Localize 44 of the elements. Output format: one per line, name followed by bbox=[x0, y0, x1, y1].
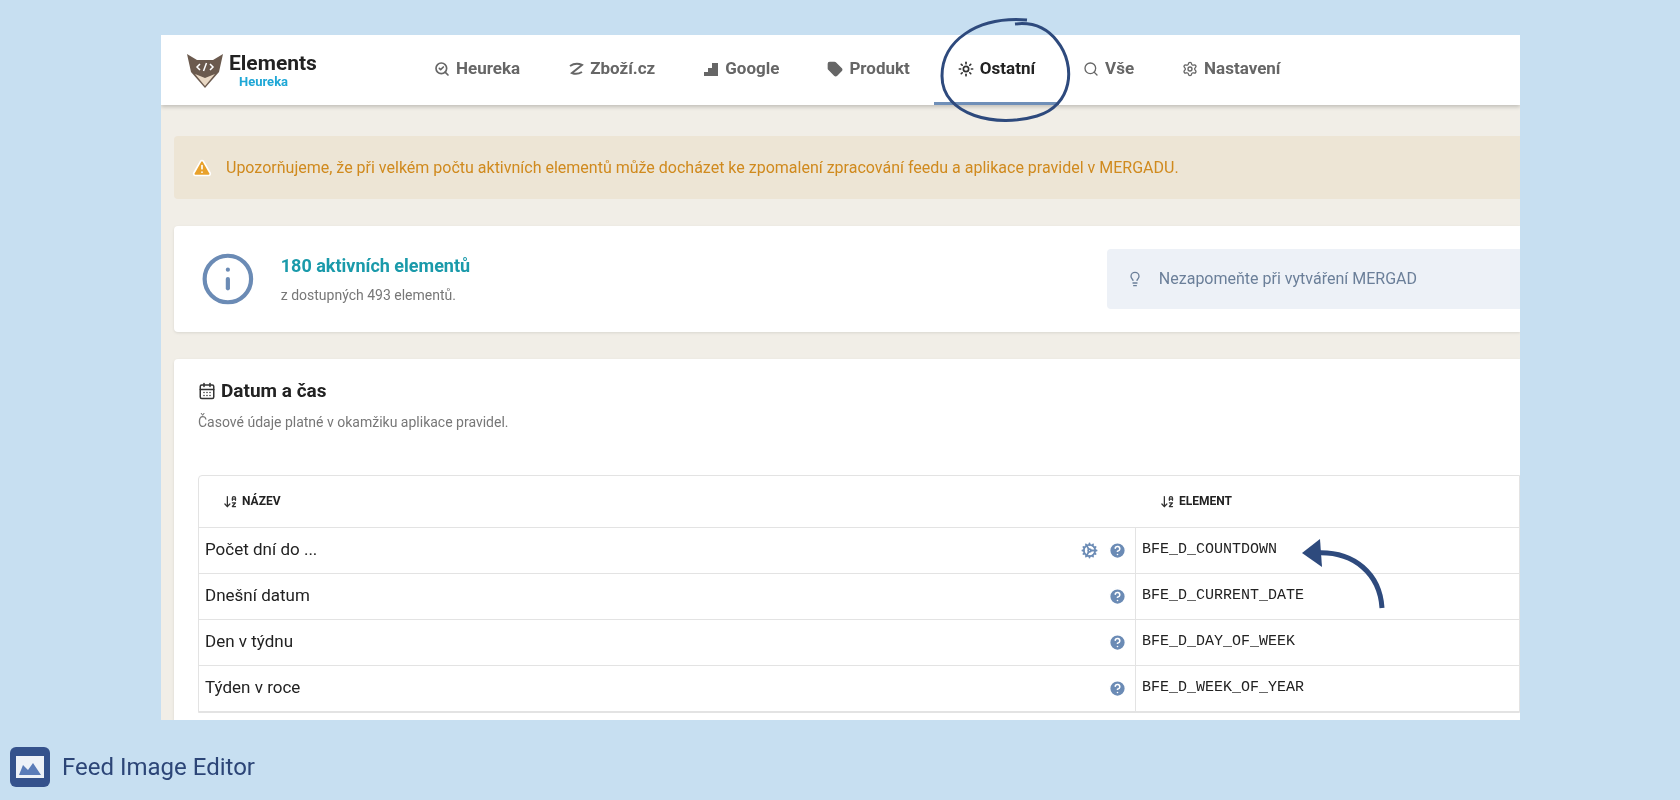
warning-icon bbox=[192, 157, 212, 178]
brand-label: Feed Image Editor bbox=[62, 752, 255, 783]
nav-tab[interactable]: Google bbox=[679, 35, 804, 105]
logo-subtitle: Heureka bbox=[239, 74, 290, 88]
nav-tab[interactable]: Produkt bbox=[803, 35, 934, 105]
z-icon bbox=[568, 60, 585, 77]
search-check-icon bbox=[434, 60, 450, 77]
help-icon[interactable] bbox=[1108, 540, 1127, 560]
help-icon[interactable] bbox=[1108, 586, 1127, 606]
table-cell-text: Den v týdnu bbox=[205, 630, 294, 654]
nav-tab[interactable]: Zboží.cz bbox=[544, 35, 680, 105]
section-title: Datum a čas bbox=[221, 378, 327, 404]
search-icon bbox=[1083, 60, 1100, 77]
warning-text: Upozorňujeme, že při velkém počtu aktivních elementů může docházet ke zpomalení zpracování feedu a aplikace pravidel v MERGADU. bbox=[226, 156, 1179, 179]
nav-tab[interactable]: Vše bbox=[1059, 35, 1159, 105]
tag-icon bbox=[827, 60, 844, 77]
bar-steps-icon bbox=[703, 60, 720, 77]
tip-text: Nezapomeňte při vytváření MERGAD bbox=[1158, 268, 1417, 290]
table-cell-text: Týden v roce bbox=[205, 676, 301, 700]
sort-icon[interactable] bbox=[223, 493, 238, 509]
table-cell-text: Počet dní do ... bbox=[205, 538, 318, 562]
help-icon[interactable] bbox=[1108, 632, 1127, 652]
available-count: z dostupných 493 elementů. bbox=[280, 286, 457, 305]
picture-icon bbox=[10, 747, 50, 787]
calendar-icon bbox=[198, 382, 216, 401]
sort-icon[interactable] bbox=[1160, 493, 1175, 509]
column-header[interactable]: NÁZEV bbox=[242, 492, 281, 510]
nav-tab[interactable]: Ostatní bbox=[933, 35, 1060, 105]
nav-tab[interactable]: Heureka bbox=[410, 35, 545, 105]
info-icon bbox=[200, 251, 256, 307]
nav-tab[interactable]: Nastavení bbox=[1158, 35, 1305, 105]
logo-title: Elements bbox=[229, 52, 317, 74]
table-cell-text: BFE_D_CURRENT_DATE bbox=[1141, 585, 1305, 606]
sun-icon bbox=[957, 60, 974, 77]
table-cell-text: BFE_D_DAY_OF_WEEK bbox=[1141, 631, 1296, 652]
help-icon[interactable] bbox=[1108, 678, 1127, 698]
table-cell-text: BFE_D_WEEK_OF_YEAR bbox=[1141, 677, 1305, 698]
table-cell-text: Dnešní datum bbox=[205, 584, 310, 608]
section-description: Časové údaje platné v okamžiku aplikace pravidel. bbox=[198, 412, 510, 432]
column-header[interactable]: ELEMENT bbox=[1179, 492, 1232, 510]
active-count: 180 aktivních elementů bbox=[280, 254, 472, 278]
settings-icon bbox=[1182, 60, 1199, 77]
cogs-icon[interactable] bbox=[1081, 541, 1098, 559]
table-cell-text: BFE_D_COUNTDOWN bbox=[1141, 539, 1278, 560]
